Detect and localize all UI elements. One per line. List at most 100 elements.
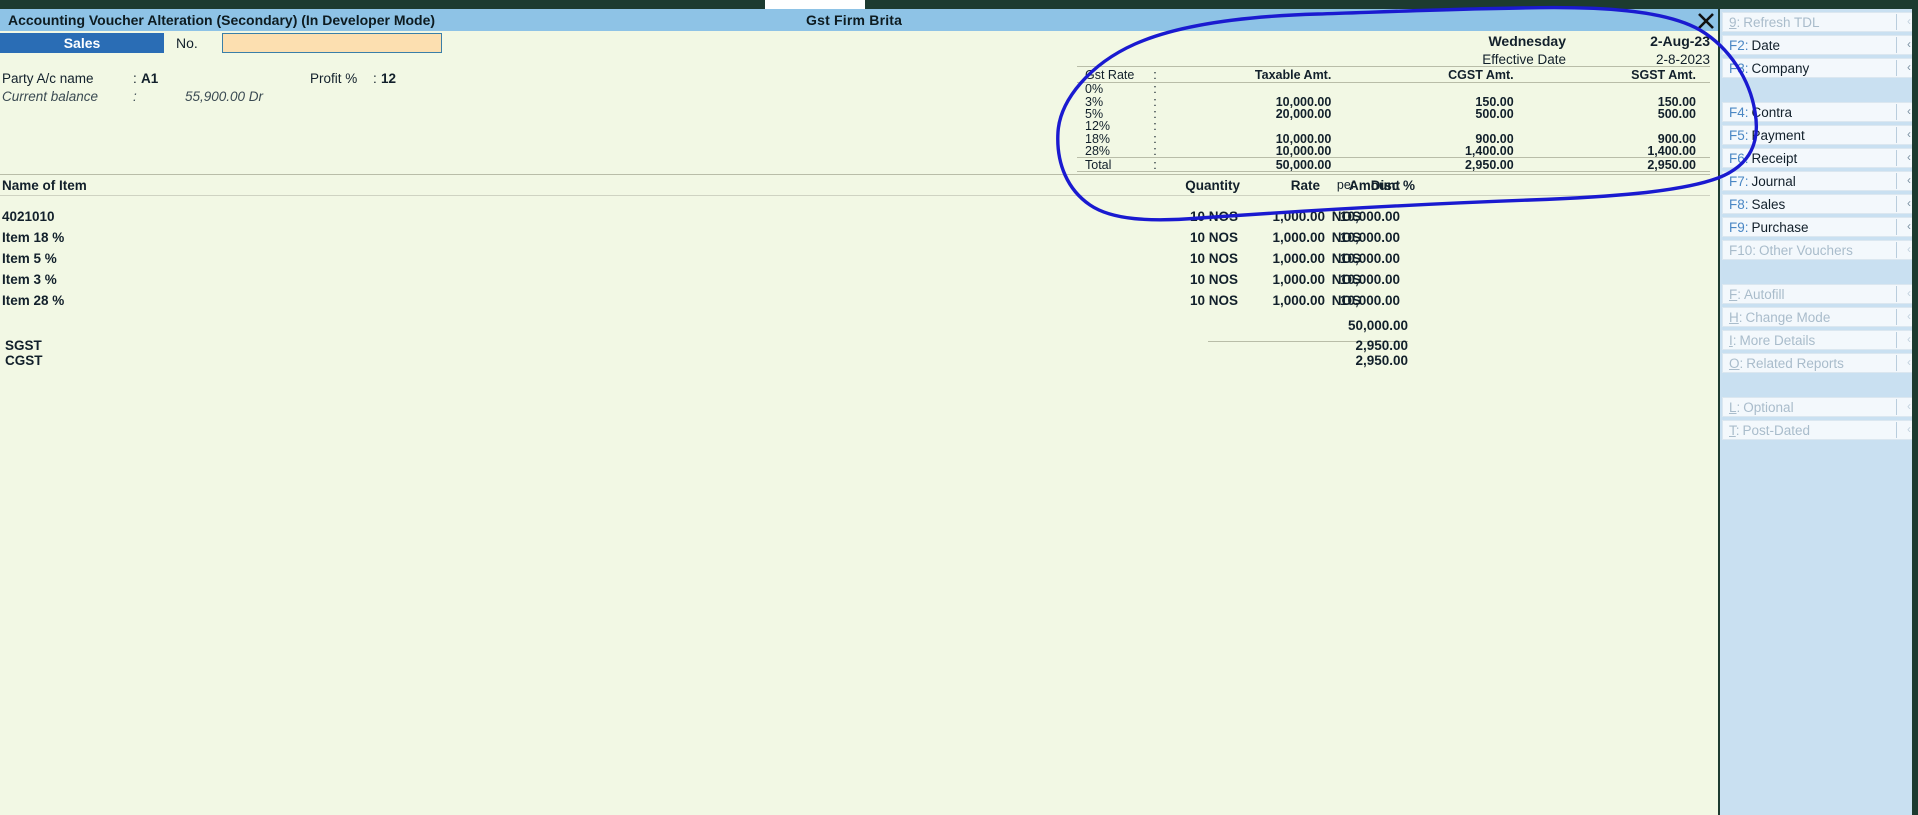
os-window-strip <box>0 0 1918 9</box>
title-bar: Accounting Voucher Alteration (Secondary… <box>0 9 1918 31</box>
close-icon[interactable] <box>1696 11 1716 31</box>
company-name: Gst Firm Brita <box>806 12 903 28</box>
sidebar-item-more-details: I: More Details ‹ <box>1722 330 1916 350</box>
gst-total-label: Total <box>1085 157 1112 172</box>
table-row[interactable]: 4021010 10 NOS 1,000.00 NOS 10,000.00 <box>0 209 1710 230</box>
sidebar-item-divider <box>1896 60 1897 76</box>
sidebar-item-label: Company <box>1751 60 1810 76</box>
chevron-left-icon: ‹ <box>1907 150 1911 164</box>
table-row[interactable]: Item 3 % 10 NOS 1,000.00 NOS 10,000.00 <box>0 272 1710 293</box>
chevron-left-icon: ‹ <box>1907 422 1911 436</box>
sidebar-item-change-mode: H: Change Mode ‹ <box>1722 307 1916 327</box>
gst-cgst-amount: 1,400.00 <box>1464 144 1514 159</box>
shortcut-key: O: <box>1729 355 1744 371</box>
os-window-tab <box>765 0 865 9</box>
sidebar-item-company[interactable]: F3: Company ‹ <box>1722 58 1916 78</box>
gst-total-sgst: 2,950.00 <box>1647 157 1696 172</box>
voucher-no-input[interactable] <box>222 33 442 53</box>
items-subtotal-value: 50,000.00 <box>1347 318 1408 333</box>
current-balance-colon: : <box>133 89 137 104</box>
items-col-name: Name of Item <box>2 178 87 193</box>
item-amount: 10,000.00 <box>1339 272 1400 287</box>
shortcut-key: T: <box>1729 422 1740 438</box>
sidebar-item-divider <box>1896 37 1897 53</box>
shortcut-key: F2: <box>1729 37 1749 53</box>
chevron-left-icon: ‹ <box>1907 242 1911 256</box>
gst-col-colon: : <box>1153 67 1157 82</box>
tally-voucher-screen: Accounting Voucher Alteration (Secondary… <box>0 0 1918 815</box>
table-row[interactable]: Item 28 % 10 NOS 1,000.00 NOS 10,000.00 <box>0 293 1710 314</box>
gst-rate-row: 3%:10,000.00 150.00 150.00 <box>1077 95 1710 109</box>
gst-sgst-amount: 500.00 <box>1657 106 1696 121</box>
current-balance-label: Current balance <box>2 89 99 104</box>
shortcut-key: F6: <box>1729 150 1749 166</box>
item-amount: 10,000.00 <box>1339 251 1400 266</box>
items-table-header: Name of Item Quantity Rate per Disc % Am… <box>0 174 1710 196</box>
sidebar-item-divider <box>1896 150 1897 166</box>
tax-ledger-name[interactable]: CGST <box>5 353 43 368</box>
gst-col-rate: Gst Rate <box>1085 67 1135 82</box>
tax-ledger-name[interactable]: SGST <box>5 338 42 353</box>
sidebar-item-sales[interactable]: F8: Sales ‹ <box>1722 194 1916 214</box>
sidebar-item-label: Payment <box>1751 127 1805 143</box>
gst-rate-row: 28%: 10,000.00 1,400.00 1,400.00 <box>1077 144 1710 159</box>
sidebar-item-label: Autofill <box>1744 286 1785 302</box>
chevron-left-icon: ‹ <box>1907 219 1911 233</box>
item-quantity: 10 NOS <box>1189 272 1238 287</box>
sidebar-item-refresh-tdl: 9: Refresh TDL ‹ <box>1722 12 1916 32</box>
sidebar-item-contra[interactable]: F4: Contra ‹ <box>1722 102 1916 122</box>
gst-total-row: Total : 50,000.00 2,950.00 2,950.00 <box>1077 157 1710 172</box>
profit-percent-value[interactable]: 12 <box>381 71 396 86</box>
gst-col-sgst: SGST Amt. <box>1631 67 1696 82</box>
item-quantity: 10 NOS <box>1189 293 1238 308</box>
gst-rate-row: 12%: <box>1077 119 1710 133</box>
sidebar-item-divider <box>1896 104 1897 120</box>
right-button-panel: 9: Refresh TDL ‹ F2: Date ‹ F3: Company ‹ F4: Cont… <box>1698 9 1918 815</box>
party-ac-name-value[interactable]: A1 <box>141 71 158 86</box>
chevron-left-icon: ‹ <box>1907 309 1911 323</box>
chevron-left-icon: ‹ <box>1907 60 1911 74</box>
item-name: 4021010 <box>2 209 55 224</box>
item-rate: 1,000.00 <box>1272 209 1325 224</box>
sidebar-item-label: Post-Dated <box>1742 422 1811 438</box>
shortcut-key: 9: <box>1729 14 1741 30</box>
effective-date-label: Effective Date <box>1482 52 1566 67</box>
gst-rate-row: 18%:10,000.00 900.00 900.00 <box>1077 132 1710 146</box>
voucher-date[interactable]: 2-Aug-23 <box>1650 33 1710 49</box>
gst-total-cgst: 2,950.00 <box>1464 157 1514 172</box>
voucher-no-label: No. <box>176 35 198 51</box>
sidebar-item-other-vouchers: F10: Other Vouchers ‹ <box>1722 240 1916 260</box>
shortcut-key: F10: <box>1729 242 1757 258</box>
shortcut-key: H: <box>1729 309 1743 325</box>
effective-date-value[interactable]: 2-8-2023 <box>1656 52 1710 67</box>
sidebar-item-journal[interactable]: F7: Journal ‹ <box>1722 171 1916 191</box>
item-rate: 1,000.00 <box>1272 293 1325 308</box>
sidebar-item-divider <box>1896 127 1897 143</box>
sidebar-item-divider <box>1896 196 1897 212</box>
sidebar-item-date[interactable]: F2: Date ‹ <box>1722 35 1916 55</box>
sidebar-item-label: Other Vouchers <box>1759 242 1853 258</box>
table-row[interactable]: Item 5 % 10 NOS 1,000.00 NOS 10,000.00 <box>0 251 1710 272</box>
chevron-left-icon: ‹ <box>1907 332 1911 346</box>
sidebar-group-spacer <box>1720 376 1918 397</box>
gst-sgst-amount: 1,400.00 <box>1647 144 1696 159</box>
sidebar-item-label: More Details <box>1739 332 1816 348</box>
chevron-left-icon: ‹ <box>1907 37 1911 51</box>
sidebar-item-purchase[interactable]: F9: Purchase ‹ <box>1722 217 1916 237</box>
shortcut-key: F8: <box>1729 196 1749 212</box>
sidebar-item-divider <box>1896 309 1897 325</box>
party-colon: : <box>133 71 137 86</box>
item-quantity: 10 NOS <box>1189 251 1238 266</box>
voucher-type-tag[interactable]: Sales <box>0 33 164 53</box>
voucher-day: Wednesday <box>1488 33 1566 49</box>
gst-rate-row: 5%:20,000.00 500.00 500.00 <box>1077 106 1710 121</box>
chevron-left-icon: ‹ <box>1907 196 1911 210</box>
sidebar-item-receipt[interactable]: F6: Receipt ‹ <box>1722 148 1916 168</box>
table-row[interactable]: Item 18 % 10 NOS 1,000.00 NOS 10,000.00 <box>0 230 1710 251</box>
chevron-left-icon: ‹ <box>1907 173 1911 187</box>
party-ac-name-label: Party A/c name <box>2 71 94 86</box>
sidebar-item-payment[interactable]: F5: Payment ‹ <box>1722 125 1916 145</box>
item-quantity: 10 NOS <box>1189 230 1238 245</box>
sidebar-item-label: Journal <box>1751 173 1796 189</box>
shortcut-key: F4: <box>1729 104 1749 120</box>
